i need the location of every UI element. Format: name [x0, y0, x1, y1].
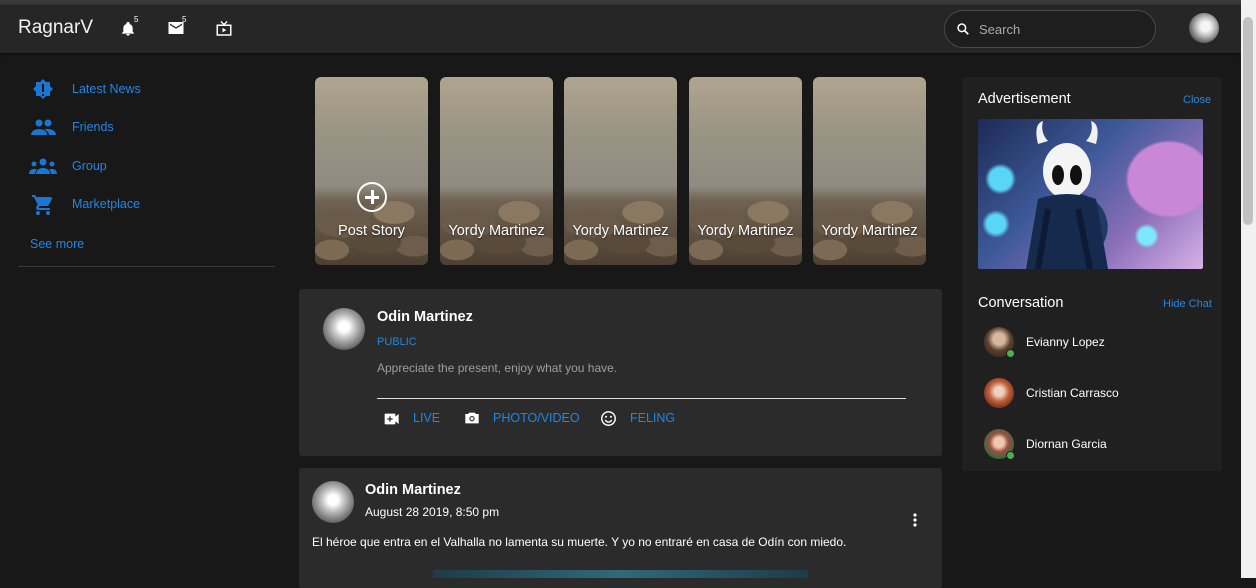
story-label: Post Story [338, 223, 405, 239]
post-input-placeholder[interactable]: Appreciate the present, enjoy what you h… [377, 361, 617, 375]
sidebar-item-latest-news[interactable]: Latest News [72, 82, 141, 96]
tv-play-icon[interactable] [215, 20, 233, 38]
advertisement-image[interactable] [978, 119, 1203, 269]
post-date: August 28 2019, 8:50 pm [365, 505, 500, 519]
sidebar-item-marketplace[interactable]: Marketplace [72, 197, 140, 211]
search-input[interactable] [977, 19, 1141, 39]
messages-badge: 5 [182, 15, 187, 24]
profile-avatar[interactable] [1189, 13, 1219, 43]
cart-icon [31, 193, 55, 220]
add-circle-icon [357, 182, 387, 212]
see-more-link[interactable]: See more [30, 237, 84, 251]
online-indicator [1006, 451, 1015, 460]
camera-icon [464, 411, 480, 428]
input-underline [377, 398, 906, 399]
post-text: El héroe que entra en el Valhalla no lam… [312, 535, 847, 549]
search-box[interactable] [944, 10, 1156, 48]
feeling-button[interactable]: FELING [630, 411, 675, 425]
sidebar-item-group[interactable]: Group [72, 159, 107, 173]
story-card[interactable]: Yordy Martinez [440, 77, 553, 265]
notifications-badge: 5 [134, 15, 139, 24]
hide-chat-button[interactable]: Hide Chat [1163, 298, 1212, 310]
post-image[interactable] [433, 570, 808, 578]
story-label: Yordy Martinez [448, 223, 545, 239]
contact-name[interactable]: Diornan Garcia [1026, 437, 1107, 451]
video-camera-icon [384, 412, 400, 429]
alert-circle-icon [31, 78, 55, 105]
story-card[interactable]: Yordy Martinez [564, 77, 677, 265]
post-user-name[interactable]: Odin Martinez [365, 482, 461, 498]
close-ad-button[interactable]: Close [1183, 94, 1211, 106]
story-label: Yordy Martinez [697, 223, 794, 239]
story-label: Yordy Martinez [821, 223, 918, 239]
composer-avatar[interactable] [323, 308, 365, 350]
live-button[interactable]: LIVE [413, 411, 440, 425]
story-card[interactable]: Yordy Martinez [689, 77, 802, 265]
story-card[interactable]: Yordy Martinez [813, 77, 926, 265]
conversation-title: Conversation [978, 295, 1064, 311]
visibility-label[interactable]: PUBLIC [377, 336, 417, 348]
people-icon [30, 117, 56, 140]
scrollbar-thumb[interactable] [1243, 17, 1253, 225]
more-vert-icon[interactable] [909, 512, 921, 531]
brand-title[interactable]: RagnarV [18, 17, 93, 39]
photo-video-button[interactable]: PHOTO/VIDEO [493, 411, 580, 425]
contact-name[interactable]: Evianny Lopez [1026, 335, 1105, 349]
group-icon [29, 157, 57, 178]
online-indicator [1006, 349, 1015, 358]
post-avatar[interactable] [312, 481, 354, 523]
contact-name[interactable]: Cristian Carrasco [1026, 386, 1119, 400]
search-icon [956, 22, 970, 39]
smiley-icon [600, 410, 617, 430]
composer-user-name[interactable]: Odin Martinez [377, 309, 473, 325]
story-label: Yordy Martinez [572, 223, 669, 239]
advertisement-title: Advertisement [978, 91, 1071, 107]
sidebar-item-friends[interactable]: Friends [72, 120, 114, 134]
sidebar-divider [18, 266, 275, 267]
story-card-post[interactable]: Post Story [315, 77, 428, 265]
contact-avatar[interactable] [984, 378, 1014, 408]
